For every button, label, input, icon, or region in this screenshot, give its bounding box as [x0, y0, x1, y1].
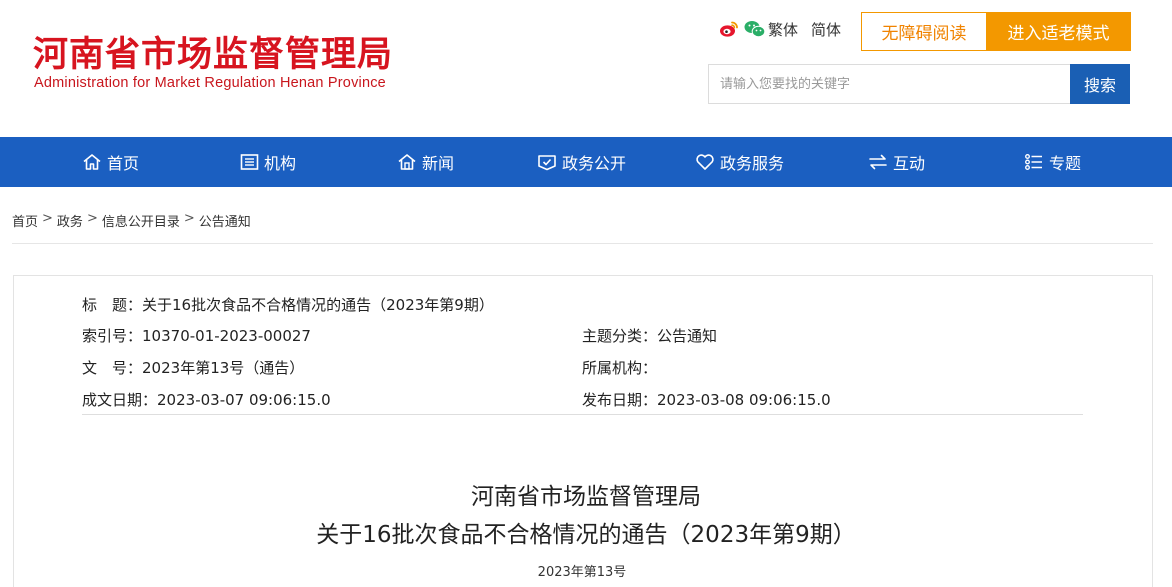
meta-published-label: 发布日期： [582, 391, 658, 409]
nav-item-label: 新闻 [422, 154, 455, 173]
meta-title: 标 题：关于16批次食品不合格情况的通告（2023年第9期） [82, 294, 494, 315]
nav-item-interaction[interactable]: 互动 [868, 137, 925, 187]
nav-item-topics[interactable]: 专题 [1024, 137, 1081, 187]
meta-index-label: 索引号： [82, 327, 143, 345]
article-title-line1: 河南省市场监督管理局 [471, 484, 701, 510]
meta-created-label: 成文日期： [82, 391, 158, 409]
open-gov-icon [537, 153, 557, 171]
meta-created-value: 2023-03-07 09:06:15.0 [157, 391, 331, 409]
site-header: 河南省市场监督管理局 Administration for Market Reg… [0, 0, 1172, 137]
breadcrumb-separator: > [86, 211, 98, 226]
org-icon [240, 153, 259, 171]
article-title-line2: 关于16批次食品不合格情况的通告（2023年第9期） [316, 522, 856, 548]
meta-divider [82, 414, 1083, 415]
topics-icon [1024, 153, 1044, 171]
breadcrumb-divider [12, 243, 1153, 244]
home-icon [82, 153, 102, 171]
nav-item-home[interactable]: 首页 [82, 137, 139, 187]
news-icon [397, 153, 417, 171]
meta-org-label: 所属机构： [582, 359, 658, 377]
wechat-icon[interactable] [744, 20, 766, 38]
meta-docno-label: 文 号： [82, 359, 143, 377]
meta-docno: 文 号：2023年第13号（通告） [82, 357, 304, 378]
meta-org: 所属机构： [582, 357, 657, 378]
search-button[interactable]: 搜索 [1070, 64, 1130, 104]
meta-title-value: 关于16批次食品不合格情况的通告（2023年第9期） [142, 296, 494, 314]
meta-title-label: 标 题： [82, 296, 143, 314]
site-logo-subtitle: Administration for Market Regulation Hen… [34, 75, 386, 91]
meta-topic-label: 主题分类： [582, 327, 658, 345]
nav-item-label: 互动 [893, 154, 926, 173]
accessibility-reading-button[interactable]: 无障碍阅读 [861, 12, 987, 51]
meta-index-value: 10370-01-2023-00027 [142, 327, 311, 345]
article-doc-number: 2023年第13号 [537, 565, 627, 580]
nav-item-news[interactable]: 新闻 [397, 137, 454, 187]
site-logo-title[interactable]: 河南省市场监督管理局 [33, 26, 393, 77]
breadcrumb-directory[interactable]: 信息公开目录 [102, 211, 180, 230]
breadcrumb: 首页 > 政务 > 信息公开目录 > 公告通知 [12, 211, 251, 230]
heart-icon [695, 153, 715, 171]
nav-item-label: 政务服务 [720, 154, 785, 173]
nav-item-org[interactable]: 机构 [240, 137, 296, 187]
breadcrumb-home[interactable]: 首页 [12, 211, 38, 230]
main-nav: 首页 机构 新闻 政务公开 政务服务 互动 专题 [0, 137, 1172, 187]
breadcrumb-gov[interactable]: 政务 [57, 211, 83, 230]
exchange-icon [868, 153, 888, 171]
meta-topic-value: 公告通知 [657, 327, 718, 345]
meta-docno-value: 2023年第13号（通告） [142, 359, 305, 377]
elder-mode-button[interactable]: 进入适老模式 [986, 12, 1131, 51]
meta-index: 索引号：10370-01-2023-00027 [82, 325, 311, 346]
meta-created: 成文日期：2023-03-07 09:06:15.0 [82, 389, 331, 410]
meta-published-value: 2023-03-08 09:06:15.0 [657, 391, 831, 409]
nav-item-open-gov[interactable]: 政务公开 [537, 137, 626, 187]
nav-item-label: 政务公开 [562, 154, 627, 173]
traditional-chinese-link[interactable]: 繁体 [768, 19, 798, 40]
simplified-chinese-link[interactable]: 简体 [811, 19, 841, 40]
weibo-icon[interactable] [719, 20, 739, 38]
search-input[interactable] [708, 64, 1070, 104]
meta-published: 发布日期：2023-03-08 09:06:15.0 [582, 389, 831, 410]
nav-item-label: 首页 [107, 154, 140, 173]
breadcrumb-notices[interactable]: 公告通知 [199, 211, 251, 230]
social-links [719, 18, 766, 40]
meta-topic: 主题分类：公告通知 [582, 325, 717, 346]
nav-item-label: 专题 [1049, 154, 1082, 173]
breadcrumb-separator: > [183, 211, 195, 226]
nav-item-label: 机构 [264, 154, 297, 173]
breadcrumb-separator: > [42, 211, 53, 226]
nav-item-gov-service[interactable]: 政务服务 [695, 137, 784, 187]
